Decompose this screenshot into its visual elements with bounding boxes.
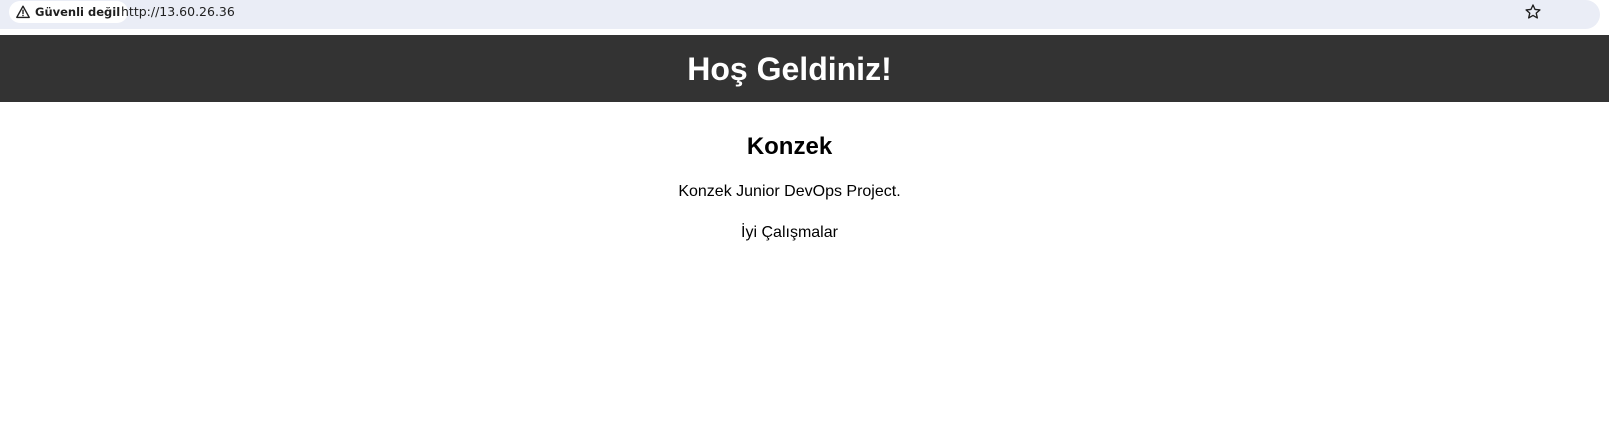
browser-toolbar: Güvenli değil http://13.60.26.36: [0, 0, 1609, 35]
star-icon[interactable]: [1524, 3, 1542, 21]
address-bar[interactable]: Güvenli değil http://13.60.26.36: [0, 0, 1600, 29]
main-content: Konzek Konzek Junior DevOps Project. İyi…: [0, 102, 1579, 242]
security-label: Güvenli değil: [35, 5, 121, 19]
section-heading: Konzek: [746, 133, 833, 160]
url-text[interactable]: http://13.60.26.36: [121, 4, 235, 19]
security-indicator-button[interactable]: Güvenli değil: [9, 1, 129, 23]
closing-text: İyi Çalışmalar: [741, 224, 838, 241]
site-header: Hoş Geldiniz!: [0, 35, 1609, 102]
page-title: Hoş Geldiniz!: [687, 50, 892, 87]
project-description: Konzek Junior DevOps Project.: [678, 183, 901, 200]
warning-triangle-icon: [16, 5, 30, 19]
